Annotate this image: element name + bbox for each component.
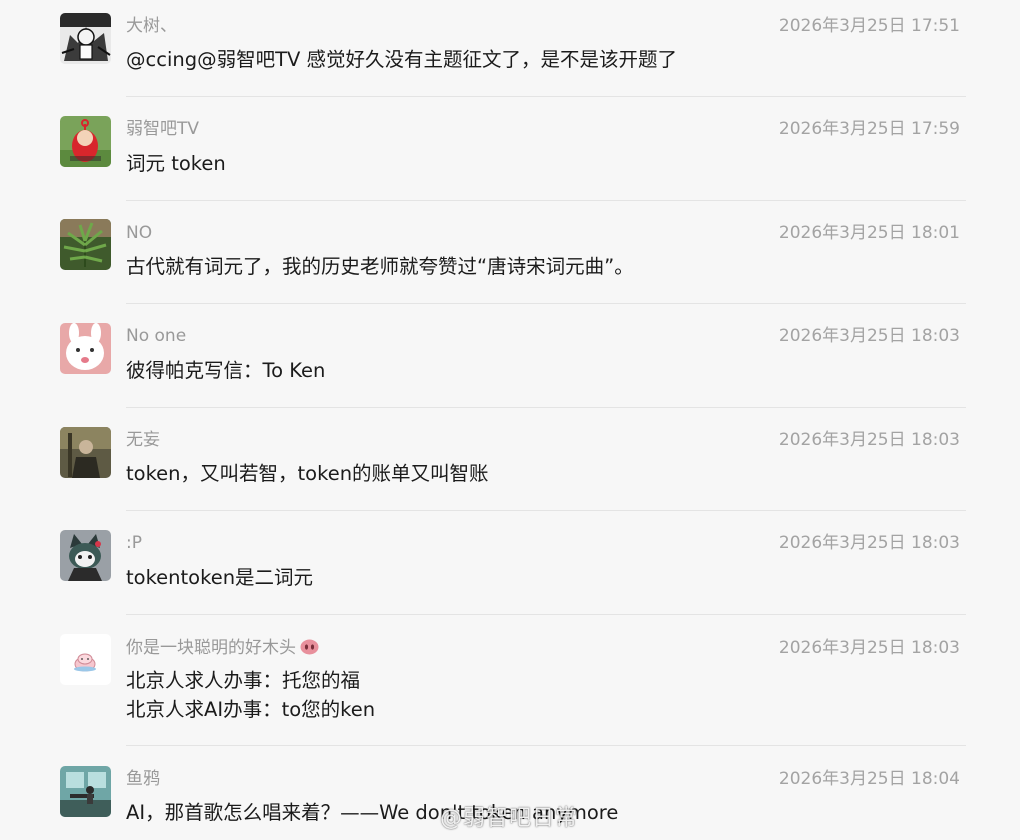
comment-text: tokentoken是二词元 xyxy=(126,566,314,589)
timestamp: 2026年3月25日 18:03 xyxy=(778,326,960,346)
comment-list: 大树、 2026年3月25日 17:51 @ccing@弱智吧TV 感觉好久没有… xyxy=(0,0,1020,840)
timestamp: 2026年3月25日 18:03 xyxy=(778,638,960,658)
comment-text: @ccing@弱智吧TV 感觉好久没有主题征文了，是不是该开题了 xyxy=(126,48,678,71)
comment-text: token，又叫若智，token的账单又叫智账 xyxy=(126,462,489,485)
divider xyxy=(126,200,966,201)
username-label: 你是一块聪明的好木头 xyxy=(126,638,296,658)
comment-text: 北京人求人办事：托您的福 xyxy=(126,669,361,692)
room-scene-avatar-icon xyxy=(60,766,111,817)
username[interactable]: 弱智吧TV xyxy=(126,118,199,140)
timestamp: 2026年3月25日 18:03 xyxy=(778,430,960,450)
user-avatar[interactable] xyxy=(60,13,111,64)
divider xyxy=(126,96,966,97)
comment-text: 彼得帕克写信：To Ken xyxy=(126,359,326,382)
username[interactable]: 鱼鸦 xyxy=(126,768,160,790)
username[interactable]: No one xyxy=(126,325,186,347)
divider xyxy=(126,745,966,746)
user-avatar[interactable] xyxy=(60,427,111,478)
user-avatar[interactable] xyxy=(60,530,111,581)
pig-cartoon-avatar-icon xyxy=(60,634,111,685)
user-avatar[interactable] xyxy=(60,323,111,374)
user-avatar[interactable] xyxy=(60,219,111,270)
username[interactable]: 你是一块聪明的好木头 xyxy=(126,637,319,661)
divider xyxy=(126,614,966,615)
timestamp: 2026年3月25日 17:51 xyxy=(778,16,960,36)
divider xyxy=(126,510,966,511)
watermark: @弱智吧日常 xyxy=(440,806,579,831)
comment-text: 词元 token xyxy=(126,152,226,175)
comment-text-line2: 北京人求AI办事：to您的ken xyxy=(126,698,376,721)
timestamp: 2026年3月25日 18:01 xyxy=(778,223,960,243)
divider xyxy=(126,303,966,304)
white-bunny-avatar-icon xyxy=(60,323,111,374)
timestamp: 2026年3月25日 17:59 xyxy=(778,119,960,139)
comment-text: 古代就有词元了，我的历史老师就夸赞过“唐诗宋词元曲”。 xyxy=(126,255,634,278)
pig-nose-emoji-icon xyxy=(300,639,319,661)
user-avatar[interactable] xyxy=(60,766,111,817)
user-avatar[interactable] xyxy=(60,634,111,685)
divider xyxy=(126,407,966,408)
username[interactable]: :P xyxy=(126,532,142,554)
manga-character-avatar-icon xyxy=(60,13,111,64)
timestamp: 2026年3月25日 18:04 xyxy=(778,769,960,789)
username[interactable]: 大树、 xyxy=(126,15,177,37)
person-photo-avatar-icon xyxy=(60,427,111,478)
user-avatar[interactable] xyxy=(60,116,111,167)
teletubby-avatar-icon xyxy=(60,116,111,167)
timestamp: 2026年3月25日 18:03 xyxy=(778,533,960,553)
username[interactable]: 无妄 xyxy=(126,429,160,451)
username[interactable]: NO xyxy=(126,222,152,244)
anime-cat-avatar-icon xyxy=(60,530,111,581)
plant-avatar-icon xyxy=(60,219,111,270)
